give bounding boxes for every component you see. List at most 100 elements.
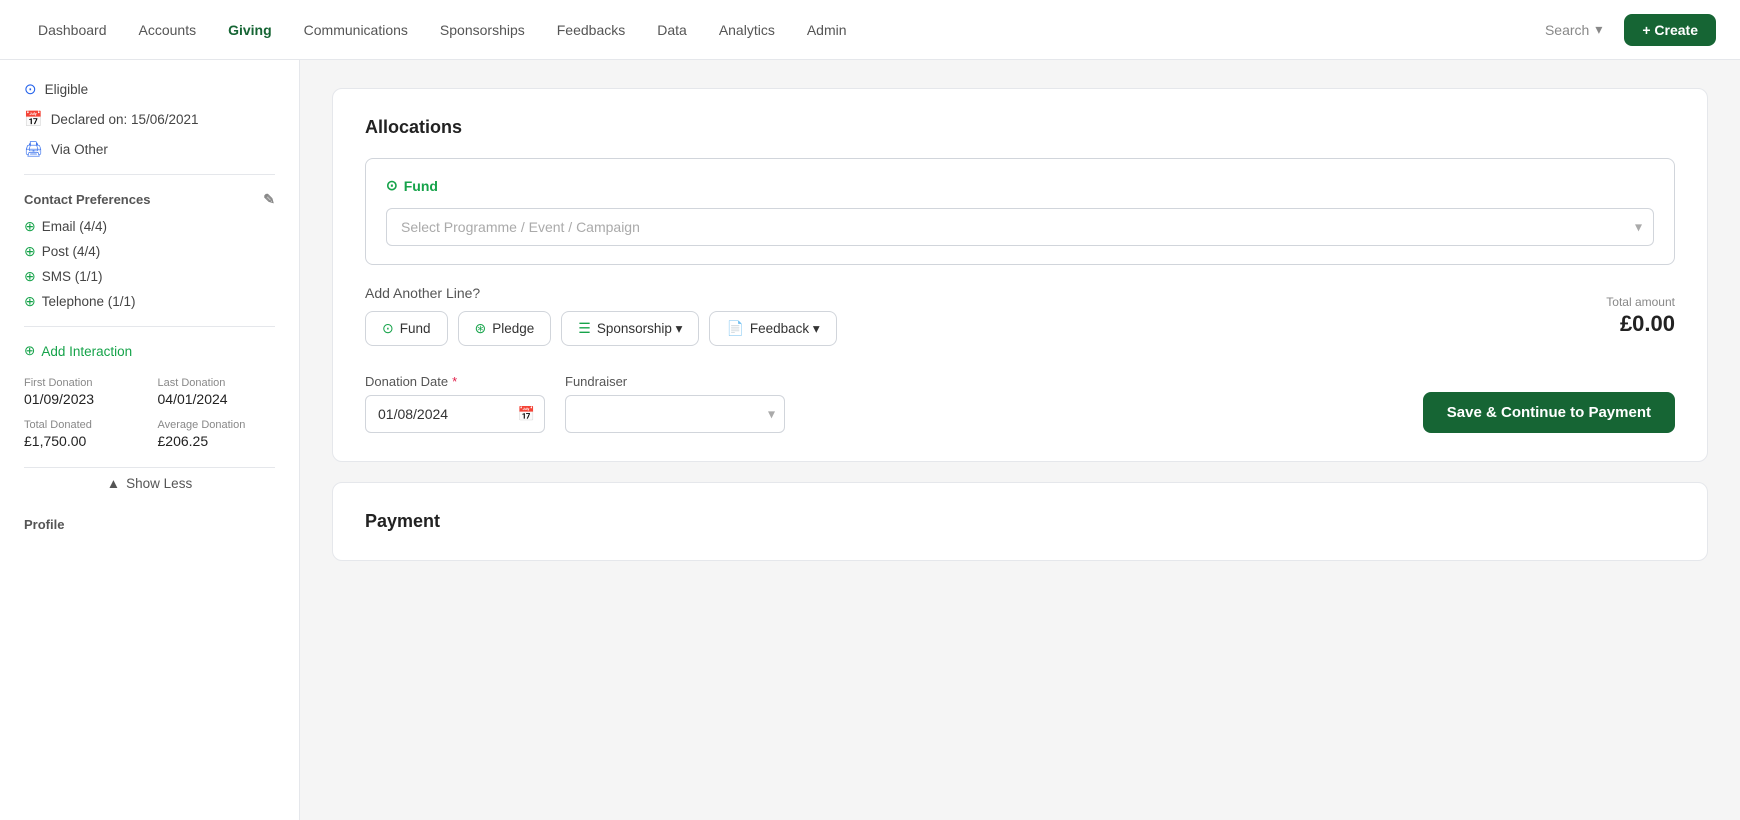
calendar-icon: 📅 — [24, 110, 43, 128]
add-line-label: Add Another Line? — [365, 285, 837, 301]
nav-giving[interactable]: Giving — [214, 14, 286, 46]
feedback-line-btn[interactable]: 📄 Feedback ▾ — [709, 311, 836, 346]
search-button[interactable]: Search ▾ — [1535, 15, 1612, 44]
profile-section: Profile — [24, 517, 275, 532]
line-buttons: ⊙ Fund ⊛ Pledge ☰ Sponsorship ▾ 📄 — [365, 311, 837, 346]
check-circle-icon-2: ⊕ — [24, 243, 36, 260]
stat-last-donation: Last Donation 04/01/2024 — [158, 377, 276, 407]
first-donation-value: 01/09/2023 — [24, 391, 142, 407]
fundraiser-group: Fundraiser ▾ — [565, 374, 785, 433]
eligible-label: Eligible — [45, 82, 89, 97]
fundraiser-select-wrapper: ▾ — [565, 395, 785, 433]
total-donated-value: £1,750.00 — [24, 433, 142, 449]
via-label: Via Other — [51, 142, 108, 157]
total-donated-label: Total Donated — [24, 419, 142, 431]
sponsorship-btn-label: Sponsorship ▾ — [597, 321, 683, 337]
pref-telephone-label: Telephone (1/1) — [42, 294, 136, 309]
programme-select-wrapper: Select Programme / Event / Campaign ▾ — [386, 208, 1654, 246]
nav-communications[interactable]: Communications — [290, 14, 422, 46]
donation-date-group: Donation Date * 📅 — [365, 374, 545, 433]
divider-2 — [24, 326, 275, 327]
nav-sponsorships[interactable]: Sponsorships — [426, 14, 539, 46]
pref-email: ⊕ Email (4/4) — [24, 218, 275, 235]
add-interaction-label: Add Interaction — [41, 344, 132, 359]
pref-post: ⊕ Post (4/4) — [24, 243, 275, 260]
via-item: 🖨 Via Other — [24, 140, 275, 158]
pledge-btn-icon: ⊛ — [475, 320, 487, 337]
pledge-line-btn[interactable]: ⊛ Pledge — [458, 311, 552, 346]
sidebar: ⊙ Eligible 📅 Declared on: 15/06/2021 🖨 V… — [0, 60, 300, 820]
main-content: Allocations ⊙ Fund Select Programme / Ev… — [300, 60, 1740, 820]
stat-total-donated: Total Donated £1,750.00 — [24, 419, 142, 449]
edit-icon[interactable]: ✎ — [263, 191, 275, 208]
check-circle-icon: ⊕ — [24, 218, 36, 235]
fund-btn-icon: ⊙ — [382, 320, 394, 337]
nav-feedbacks[interactable]: Feedbacks — [543, 14, 639, 46]
search-label: Search — [1545, 22, 1589, 38]
fundraiser-label: Fundraiser — [565, 374, 785, 389]
fund-circle-icon: ⊙ — [386, 177, 398, 194]
create-button[interactable]: + Create — [1624, 14, 1716, 46]
last-donation-label: Last Donation — [158, 377, 276, 389]
stats-grid: First Donation 01/09/2023 Last Donation … — [24, 377, 275, 449]
pledge-btn-label: Pledge — [492, 321, 534, 336]
plus-icon: ⊕ — [24, 343, 35, 359]
declared-item: 📅 Declared on: 15/06/2021 — [24, 110, 275, 128]
donation-form: Donation Date * 📅 Fundraiser — [365, 374, 1675, 433]
add-line-row: Add Another Line? ⊙ Fund ⊛ Pledge ☰ Spon — [365, 285, 1675, 346]
page-layout: ⊙ Eligible 📅 Declared on: 15/06/2021 🖨 V… — [0, 60, 1740, 820]
stat-first-donation: First Donation 01/09/2023 — [24, 377, 142, 407]
last-donation-value: 04/01/2024 — [158, 391, 276, 407]
fund-line-btn[interactable]: ⊙ Fund — [365, 311, 448, 346]
fund-label: Fund — [404, 178, 438, 194]
eligible-item: ⊙ Eligible — [24, 80, 275, 98]
contact-prefs-title: Contact Preferences — [24, 192, 150, 207]
add-line-left: Add Another Line? ⊙ Fund ⊛ Pledge ☰ Spon — [365, 285, 837, 346]
check-circle-icon-3: ⊕ — [24, 268, 36, 285]
pref-sms: ⊕ SMS (1/1) — [24, 268, 275, 285]
feedback-btn-label: Feedback ▾ — [750, 321, 820, 337]
divider-1 — [24, 174, 275, 175]
feedback-btn-icon: 📄 — [726, 320, 743, 337]
allocations-card: Allocations ⊙ Fund Select Programme / Ev… — [332, 88, 1708, 462]
pref-post-label: Post (4/4) — [42, 244, 101, 259]
pref-sms-label: SMS (1/1) — [42, 269, 103, 284]
first-donation-label: First Donation — [24, 377, 142, 389]
declared-label: Declared on: 15/06/2021 — [51, 112, 199, 127]
nav-data[interactable]: Data — [643, 14, 701, 46]
nav-analytics[interactable]: Analytics — [705, 14, 789, 46]
avg-donation-label: Average Donation — [158, 419, 276, 431]
stat-avg-donation: Average Donation £206.25 — [158, 419, 276, 449]
fund-section: ⊙ Fund Select Programme / Event / Campai… — [365, 158, 1675, 265]
contact-prefs-section: Contact Preferences ✎ — [24, 191, 275, 208]
pref-telephone: ⊕ Telephone (1/1) — [24, 293, 275, 310]
allocations-title: Allocations — [365, 117, 1675, 138]
donation-date-label: Donation Date * — [365, 374, 545, 389]
total-amount-label: Total amount — [1606, 295, 1675, 309]
nav-links: Dashboard Accounts Giving Communications… — [24, 14, 1535, 46]
payment-title: Payment — [365, 511, 1675, 532]
donation-date-input[interactable] — [365, 395, 545, 433]
date-input-wrapper: 📅 — [365, 395, 545, 433]
chevron-down-icon: ▾ — [1595, 21, 1602, 38]
nav-admin[interactable]: Admin — [793, 14, 861, 46]
check-circle-icon-4: ⊕ — [24, 293, 36, 310]
nav-accounts[interactable]: Accounts — [125, 14, 211, 46]
pref-email-label: Email (4/4) — [42, 219, 107, 234]
sponsorship-line-btn[interactable]: ☰ Sponsorship ▾ — [561, 311, 699, 346]
payment-card: Payment — [332, 482, 1708, 561]
avg-donation-value: £206.25 — [158, 433, 276, 449]
show-less-btn[interactable]: ▲ Show Less — [24, 467, 275, 499]
nav-right: Search ▾ + Create — [1535, 14, 1716, 46]
save-continue-btn[interactable]: Save & Continue to Payment — [1423, 392, 1675, 433]
top-nav: Dashboard Accounts Giving Communications… — [0, 0, 1740, 60]
fund-btn-label: Fund — [400, 321, 431, 336]
profile-title: Profile — [24, 517, 275, 532]
total-amount-block: Total amount £0.00 — [1606, 295, 1675, 337]
nav-dashboard[interactable]: Dashboard — [24, 14, 121, 46]
add-interaction-btn[interactable]: ⊕ Add Interaction — [24, 343, 275, 359]
fundraiser-select[interactable] — [565, 395, 785, 433]
eligible-icon: ⊙ — [24, 80, 37, 98]
total-amount-value: £0.00 — [1606, 311, 1675, 337]
programme-select[interactable]: Select Programme / Event / Campaign — [386, 208, 1654, 246]
